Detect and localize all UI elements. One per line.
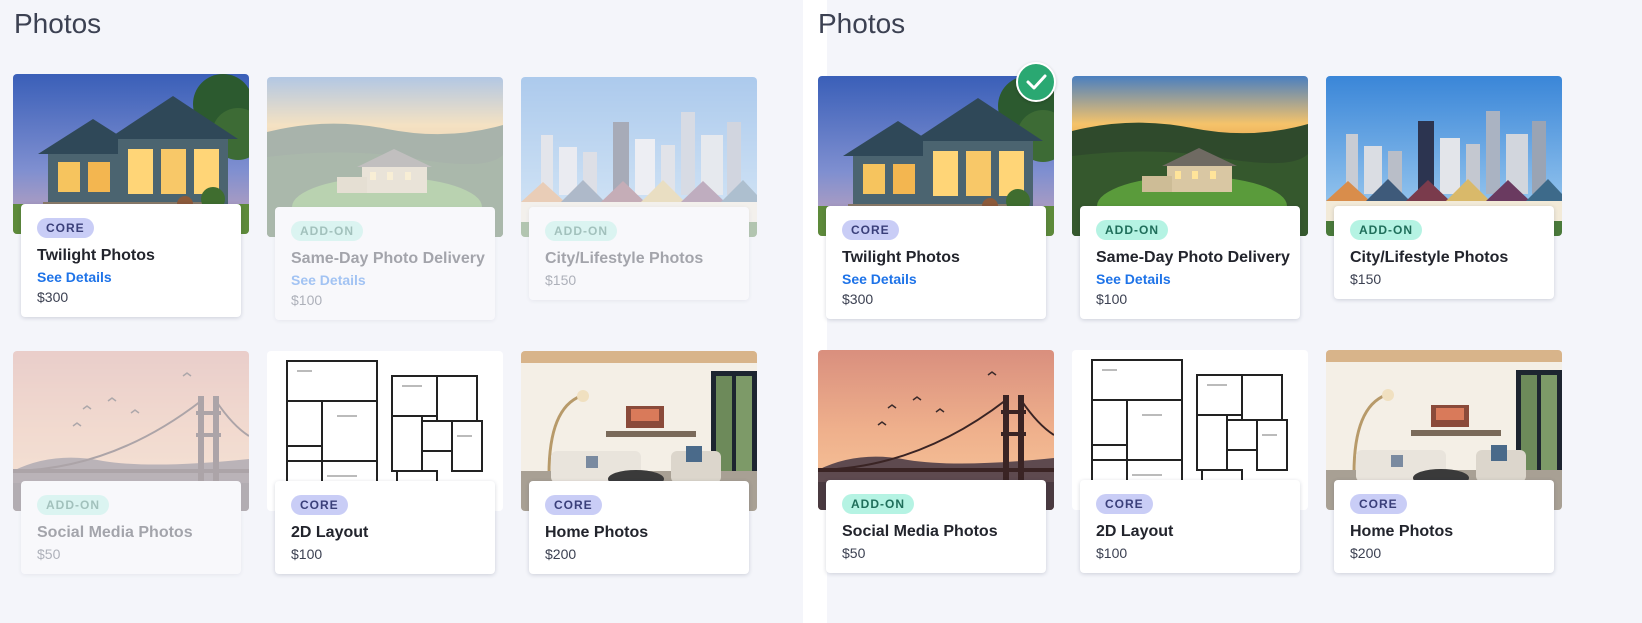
product-card[interactable]: ADD-ON City/Lifestyle Photos $150 xyxy=(1334,206,1554,299)
product-title: Same-Day Photo Delivery xyxy=(291,250,485,267)
see-details-link[interactable]: See Details xyxy=(1096,271,1284,287)
see-details-link[interactable]: See Details xyxy=(37,269,225,285)
product-price: $50 xyxy=(842,545,866,561)
see-details-link: See Details xyxy=(291,272,366,288)
product-title: Social Media Photos xyxy=(842,523,998,540)
product-card[interactable]: ADD-ON Same-Day Photo Delivery See Details… xyxy=(1080,206,1300,319)
panel-left: Photos CORE Twilight Photos See Details $30… xyxy=(0,0,803,623)
product-title: Home Photos xyxy=(1350,523,1454,540)
product-card: ADD-ON City/Lifestyle Photos $150 xyxy=(529,207,749,300)
product-price: $50 xyxy=(37,546,61,562)
core-badge: CORE xyxy=(1096,494,1153,514)
product-price: $300 xyxy=(842,291,874,307)
product-tile[interactable]: CORE Home Photos $200 xyxy=(521,351,757,574)
core-badge: CORE xyxy=(545,495,602,515)
panel-right: Photos CORE Twilight Photos See Details $30… xyxy=(818,0,1642,623)
addon-badge: ADD-ON xyxy=(545,221,617,241)
product-title: Home Photos xyxy=(545,524,649,541)
product-tile: ADD-ON Social Media Photos $50 xyxy=(13,351,249,574)
core-badge: CORE xyxy=(1350,494,1407,514)
product-card: ADD-ON Same-Day Photo Delivery See Details… xyxy=(275,207,495,320)
addon-badge: ADD-ON xyxy=(1096,220,1168,240)
page-title: Photos xyxy=(818,8,906,39)
product-card[interactable]: CORE Twilight Photos See Details $300 xyxy=(826,206,1046,319)
product-tile[interactable]: CORE Twilight Photos See Details $300 xyxy=(13,74,249,317)
product-tile[interactable]: CORE 2D Layout $100 xyxy=(1072,350,1308,573)
addon-badge: ADD-ON xyxy=(842,494,914,514)
addon-badge: ADD-ON xyxy=(291,221,363,241)
product-card[interactable]: CORE Home Photos $200 xyxy=(529,481,749,574)
product-title: 2D Layout xyxy=(291,524,369,541)
check-icon xyxy=(1016,62,1056,102)
see-details-link[interactable]: See Details xyxy=(842,271,1030,287)
product-price: $300 xyxy=(37,289,69,305)
product-title: City/Lifestyle Photos xyxy=(1350,249,1509,266)
product-price: $200 xyxy=(545,546,577,562)
product-card[interactable]: ADD-ON Social Media Photos $50 xyxy=(826,480,1046,573)
page-title: Photos xyxy=(14,8,102,39)
product-price: $100 xyxy=(1096,545,1128,561)
product-card[interactable]: CORE Twilight Photos See Details $300 xyxy=(21,204,241,317)
product-tile[interactable]: ADD-ON Social Media Photos $50 xyxy=(818,350,1054,573)
product-price: $100 xyxy=(291,546,323,562)
product-tile[interactable]: ADD-ON Same-Day Photo Delivery See Details… xyxy=(1072,76,1308,319)
product-title: 2D Layout xyxy=(1096,523,1174,540)
core-badge: CORE xyxy=(842,220,899,240)
product-card: ADD-ON Social Media Photos $50 xyxy=(21,481,241,574)
product-title: Twilight Photos xyxy=(37,247,155,264)
product-tile[interactable]: CORE Twilight Photos See Details $300 xyxy=(818,62,1056,319)
product-card[interactable]: CORE Home Photos $200 xyxy=(1334,480,1554,573)
product-card[interactable]: CORE 2D Layout $100 xyxy=(275,481,495,574)
core-badge: CORE xyxy=(291,495,348,515)
product-price: $150 xyxy=(545,272,577,288)
product-tile[interactable]: CORE Home Photos $200 xyxy=(1326,350,1562,573)
product-title: Social Media Photos xyxy=(37,524,193,541)
product-price: $150 xyxy=(1350,271,1382,287)
product-price: $100 xyxy=(1096,291,1128,307)
product-price: $200 xyxy=(1350,545,1382,561)
product-card[interactable]: CORE 2D Layout $100 xyxy=(1080,480,1300,573)
product-tile: ADD-ON Same-Day Photo Delivery See Details… xyxy=(267,77,503,320)
product-title: Same-Day Photo Delivery xyxy=(1096,249,1290,266)
product-title: City/Lifestyle Photos xyxy=(545,250,704,267)
product-tile[interactable]: CORE 2D Layout $100 xyxy=(267,351,503,574)
addon-badge: ADD-ON xyxy=(37,495,109,515)
product-price: $100 xyxy=(291,292,323,308)
product-tile[interactable]: ADD-ON City/Lifestyle Photos $150 xyxy=(1326,76,1562,299)
product-tile: ADD-ON City/Lifestyle Photos $150 xyxy=(521,77,757,300)
core-badge: CORE xyxy=(37,218,94,238)
addon-badge: ADD-ON xyxy=(1350,220,1422,240)
product-title: Twilight Photos xyxy=(842,249,960,266)
